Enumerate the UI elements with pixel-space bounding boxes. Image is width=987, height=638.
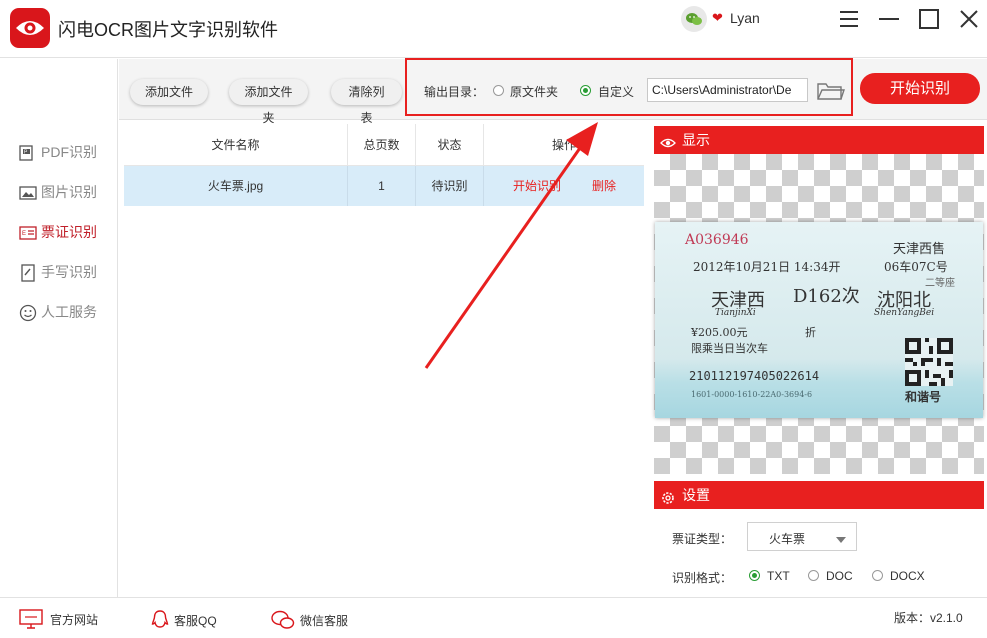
sidebar-item-handwriting[interactable]: 手写识别 — [19, 262, 97, 282]
radio-format-docx[interactable] — [872, 570, 883, 581]
qq-icon — [150, 609, 170, 631]
sidebar-item-image[interactable]: 图片识别 — [19, 182, 97, 202]
ticket-brand: 和谐号 — [905, 390, 942, 404]
ticket-datetime: 2012年10月21日 14:34开 — [693, 260, 841, 274]
annotation-arrow — [420, 118, 610, 374]
image-icon — [19, 184, 37, 200]
qq-support-label: 客服QQ — [174, 613, 217, 628]
ticket-id-number: 210112197405022614 — [689, 369, 820, 383]
output-path-input[interactable]: C:\Users\Administrator\De — [647, 78, 808, 102]
pdf-icon: P — [19, 144, 37, 161]
ticket-train: D162次 — [793, 286, 860, 307]
radio-format-doc[interactable] — [808, 570, 819, 581]
wechat-icon — [270, 609, 296, 631]
sidebar-item-label: 图片识别 — [41, 184, 97, 200]
chevron-down-icon — [836, 533, 846, 543]
ticket-type-label: 票证类型： — [672, 532, 733, 546]
ticket-car-seat: 06车07C号 — [884, 260, 948, 274]
folder-open-icon[interactable] — [816, 79, 846, 103]
wechat-avatar-icon[interactable] — [681, 6, 707, 32]
monitor-icon — [18, 609, 44, 629]
ticket-type-select[interactable]: 火车票 — [747, 522, 857, 551]
clear-list-button[interactable]: 清除列表 — [331, 79, 402, 125]
radio-format-txt[interactable] — [749, 570, 760, 581]
wechat-support-link[interactable]: 微信客服 — [270, 609, 348, 631]
sidebar-item-pdf[interactable]: P PDF识别 — [19, 142, 97, 162]
cell-pages: 1 — [378, 179, 385, 193]
sidebar — [0, 59, 118, 597]
ticket-note: 限乘当日当次车 — [691, 342, 768, 355]
radio-original-label[interactable]: 原文件夹 — [510, 83, 558, 100]
qr-code-icon — [905, 338, 953, 386]
ticket-discount: 折 — [805, 326, 816, 339]
col-header-filename: 文件名称 — [211, 138, 260, 152]
radio-original-folder[interactable] — [493, 85, 504, 96]
radio-format-txt-label[interactable]: TXT — [767, 569, 790, 583]
sidebar-item-label: 票证识别 — [41, 224, 97, 240]
ticket-price: ¥205.00元 — [691, 326, 748, 339]
version-text: 版本：v2.1.0 — [894, 611, 963, 625]
menu-icon[interactable] — [836, 6, 862, 32]
radio-format-docx-label[interactable]: DOCX — [890, 569, 925, 583]
radio-format-doc-label[interactable]: DOC — [826, 569, 853, 583]
official-website-label: 官方网站 — [50, 612, 99, 627]
radio-custom-folder[interactable] — [580, 85, 591, 96]
ticket-bottom-code: 1601-0000-1610-22A0-3694-6 — [691, 390, 813, 399]
preview-title: 显示 — [682, 132, 710, 148]
handwriting-icon — [19, 264, 37, 282]
gear-icon — [660, 487, 676, 504]
smiley-icon — [19, 304, 37, 322]
ticket-station-sale: 天津西售 — [893, 242, 946, 257]
settings-title: 设置 — [682, 487, 710, 503]
sidebar-item-label: PDF识别 — [41, 144, 97, 160]
wechat-support-label: 微信客服 — [300, 613, 349, 628]
cell-filename: 火车票.jpg — [207, 179, 264, 193]
maximize-icon[interactable] — [916, 6, 942, 32]
svg-text:E: E — [22, 231, 26, 237]
ticket-from-pinyin: TianjinXi — [715, 308, 756, 318]
preview-panel-header: 显示 — [654, 126, 984, 154]
add-folder-button[interactable]: 添加文件夹 — [229, 79, 308, 125]
start-recognition-button[interactable]: 开始识别 — [860, 73, 980, 104]
output-dir-label: 输出目录： — [424, 85, 485, 99]
format-label: 识别格式： — [672, 571, 733, 585]
close-icon[interactable] — [956, 6, 982, 32]
footer — [0, 597, 987, 638]
minimize-icon[interactable] — [876, 6, 902, 32]
radio-custom-label[interactable]: 自定义 — [598, 83, 634, 100]
ticket-serial: A036946 — [685, 232, 749, 248]
eye-icon — [660, 132, 676, 148]
add-file-button[interactable]: 添加文件 — [130, 79, 208, 105]
official-website-link[interactable]: 官方网站 — [18, 609, 98, 629]
ticket-type-value: 火车票 — [769, 532, 806, 546]
vip-heart-icon: ❤ — [712, 10, 723, 25]
settings-panel-header: 设置 — [654, 481, 984, 509]
app-logo-icon — [10, 8, 50, 48]
ticket-icon: E — [19, 224, 37, 240]
app-title: 闪电OCR图片文字识别软件 — [58, 20, 278, 40]
train-ticket-image: A036946 天津西售 2012年10月21日 14:34开 06车07C号 … — [655, 222, 983, 418]
sidebar-item-label: 人工服务 — [41, 304, 97, 320]
username[interactable]: Lyan — [730, 10, 760, 26]
sidebar-item-label: 手写识别 — [41, 264, 97, 280]
sidebar-item-ticket[interactable]: E 票证识别 — [19, 222, 97, 242]
sidebar-item-service[interactable]: 人工服务 — [19, 302, 97, 322]
ticket-to-pinyin: ShenYangBei — [874, 308, 935, 318]
qq-support-link[interactable]: 客服QQ — [150, 609, 217, 631]
col-header-pages: 总页数 — [363, 138, 400, 152]
